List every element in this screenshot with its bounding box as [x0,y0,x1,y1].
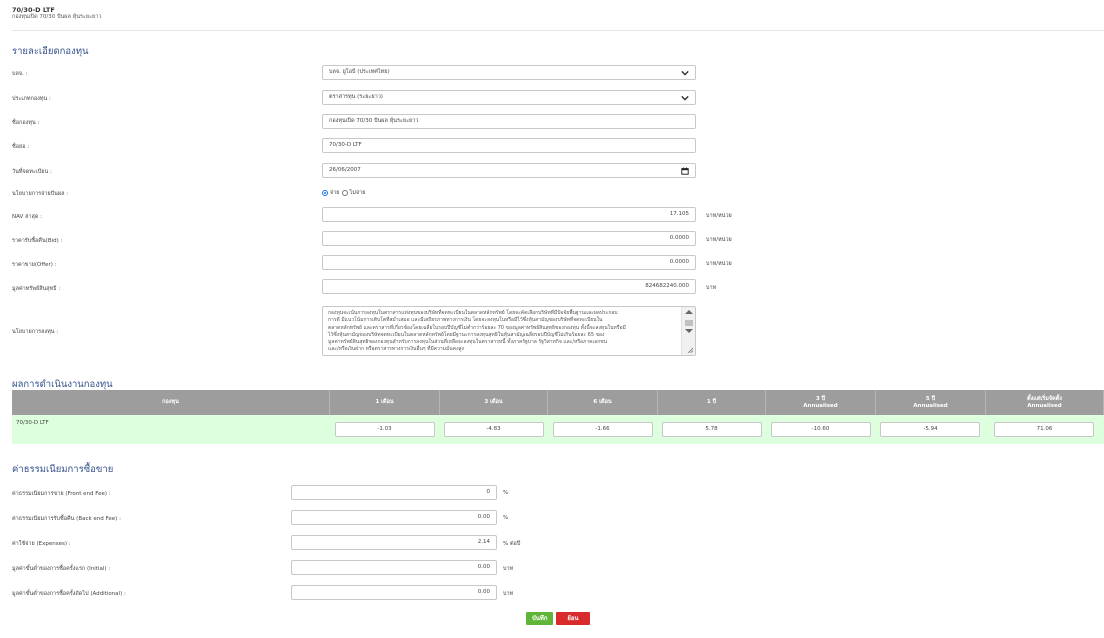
bid-label: ราคารับซื้อคืน(Bid) : [12,238,63,244]
fund-detail-page: 70/30-D LTF กองทุนเปิด 70/30 ปันผล หุ้นร… [0,0,1104,635]
amc-label: บลจ. : [12,71,28,77]
expenses-label: ค่าใช้จ่าย (Expenses) : [12,541,71,547]
initial-input[interactable]: 0.00 [291,560,497,575]
col-header-fund: กองทุน [12,390,331,415]
back-button[interactable]: ย้อนกลับ [556,612,590,635]
fund-type-label: ประเภทกองทุน : [12,96,51,102]
back-fee-unit: % [503,515,509,521]
offer-unit: บาท/หน่วย [706,261,732,267]
table-row: 70/30-D LTF -1.03 -4.83 -1.66 5.78 -10.6… [12,415,1104,444]
chevron-down-icon [681,95,689,101]
bid-unit: บาท/หน่วย [706,237,732,243]
fund-cell: 70/30-D LTF [12,415,331,444]
policy-textarea[interactable]: กองทุนจะเน้นการลงทุนในตราสารแห่งทุนของบร… [322,306,696,356]
return-5y-input[interactable]: -5.94 [880,422,981,437]
reg-date-input[interactable]: 26/06/2007 [322,163,696,178]
initial-label: มูลค่าขั้นต่ำของการซื้อครั้งแรก (Initial… [12,566,111,572]
col-header-inception: ตั้งแต่เริ่มจัดตั้ง Annualised [985,390,1104,415]
return-1m-input[interactable]: -1.03 [334,422,435,437]
dividend-pay-radio[interactable] [322,190,328,196]
divider [12,30,1104,31]
back-fee-label: ค่าธรรมเนียมการรับซื้อคืน (Back end Fee)… [12,516,121,522]
expenses-input[interactable]: 2.14 [291,535,497,550]
calendar-icon[interactable] [681,167,689,175]
additional-input[interactable]: 0.00 [291,585,497,600]
dividend-nopay-radio[interactable] [341,190,348,196]
dividend-label: นโยบายการจ่ายปันผล : [12,191,69,197]
fund-type-select-value: ตราสารทุน (ระยะยาว) [329,94,383,100]
policy-line: และ/หรือเงินฝาก หรือตราสารทางการเงินอื่น… [328,346,465,353]
col-header-1y: 1 ปี [657,390,767,415]
return-6m-input[interactable]: -1.66 [552,422,653,437]
scroll-up-icon[interactable] [685,310,693,314]
save-button[interactable]: บันทึก [526,612,553,625]
return-3m-input[interactable]: -4.83 [443,422,544,437]
front-fee-label: ค่าธรรมเนียมการขาย (Front end Fee) : [12,491,111,497]
additional-unit: บาท [503,591,514,597]
col-header-3m: 3 เดือน [439,390,549,415]
col-header-3y: 3 ปี Annualised [765,390,876,415]
fund-name-input[interactable]: กองทุนเปิด 70/30 ปันผล หุ้นระยะยาว [322,114,696,129]
fund-name-label: ชื่อกองทุน : [12,120,40,126]
fund-name-subtitle: กองทุนเปิด 70/30 ปันผล หุ้นระยะยาว [12,14,102,20]
net-asset-label: มูลค่าทรัพย์สินสุทธิ : [12,286,61,292]
section-title-fees: ค่าธรรมเนียมการซื้อขาย [12,464,114,475]
resize-handle-icon[interactable] [687,347,693,353]
scroll-thumb[interactable] [685,320,693,326]
return-3y-input[interactable]: -10.60 [770,422,871,437]
col-header-1m: 1 เดือน [329,390,441,415]
col-header-6m: 6 เดือน [547,390,659,415]
front-fee-input[interactable]: 0 [291,485,497,500]
col-header-5y: 5 ปี Annualised [875,390,986,415]
dividend-nopay-label: ไม่จ่าย [349,190,366,196]
abbr-input[interactable]: 70/30-D LTF [322,138,696,153]
amc-select[interactable]: บลจ. ยูโอบี (ประเทศไทย) [322,65,696,80]
reg-date-value: 26/06/2007 [329,167,361,173]
back-fee-input[interactable]: 0.00 [291,510,497,525]
nav-label: NAV ล่าสุด : [12,214,43,220]
nav-unit: บาท/หน่วย [706,213,732,219]
scroll-down-icon[interactable] [685,329,693,333]
net-asset-unit: บาท [706,285,717,291]
performance-table: กองทุน 1 เดือน 3 เดือน 6 เดือน 1 ปี 3 ปี… [12,390,1104,444]
dividend-radio-group: จ่าย ไม่จ่าย [322,189,365,197]
amc-select-value: บลจ. ยูโอบี (ประเทศไทย) [329,69,390,75]
chevron-down-icon [681,70,689,76]
dividend-pay-label: จ่าย [330,190,340,196]
policy-line: การดี มีแนวโน้มการเติบโตที่สม่ำเสมอ และม… [328,317,603,324]
page-header: 70/30-D LTF กองทุนเปิด 70/30 ปันผล หุ้นร… [12,7,101,21]
additional-label: มูลค่าขั้นต่ำของการซื้อครั้งถัดไป (Addit… [12,591,126,597]
section-title-details: รายละเอียดกองทุน [12,46,89,57]
abbr-label: ชื่อย่อ : [12,144,30,150]
return-inception-input[interactable]: 71.06 [994,422,1095,437]
fund-code: 70/30-D LTF [12,6,55,14]
return-1y-input[interactable]: 5.78 [661,422,762,437]
bid-input[interactable]: 0.0000 [322,231,696,246]
policy-label: นโยบายการลงทุน : [12,329,59,335]
nav-input[interactable]: 17.105 [322,207,696,222]
table-header-row: กองทุน 1 เดือน 3 เดือน 6 เดือน 1 ปี 3 ปี… [12,390,1104,415]
policy-text: กองทุนจะเน้นการลงทุนในตราสารแห่งทุนของบร… [328,310,675,354]
front-fee-unit: % [503,490,509,496]
reg-date-label: วันที่จดทะเบียน : [12,169,52,175]
net-asset-input[interactable]: 824682240.000 [322,279,696,294]
initial-unit: บาท [503,566,514,572]
offer-input[interactable]: 0.0000 [322,255,696,270]
fund-type-select[interactable]: ตราสารทุน (ระยะยาว) [322,90,696,105]
expenses-unit: % ต่อปี [503,541,521,547]
policy-line: ตลาดหลักทรัพย์ และตราสารที่เกี่ยวข้องโดย… [328,324,626,331]
offer-label: ราคาขาย(Offer) : [12,262,57,268]
